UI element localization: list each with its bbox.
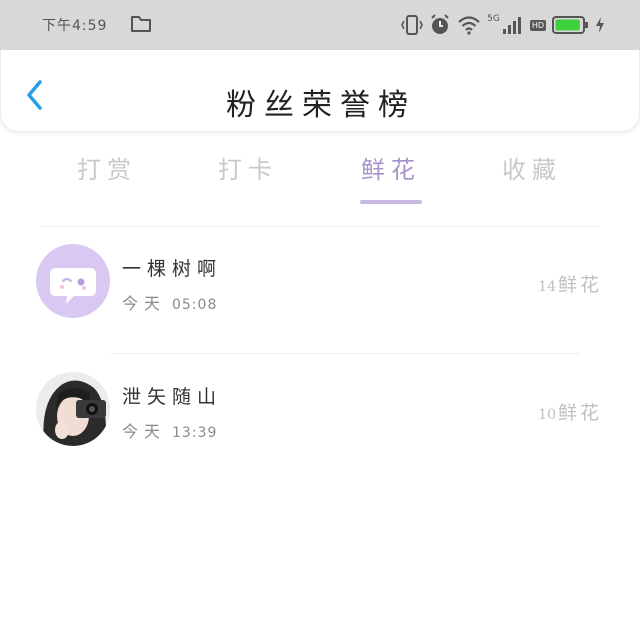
status-time: 下午4:59 (42, 18, 108, 34)
flower-count-number: 14 (538, 279, 556, 295)
signal-icon (502, 17, 521, 34)
tab-reward[interactable]: 打赏 (52, 150, 162, 185)
fan-day: 今天 (122, 294, 167, 313)
tab-favorites[interactable]: 收藏 (477, 150, 587, 185)
flower-count: 10 鲜花 (538, 398, 602, 425)
fan-clock: 13:39 (172, 425, 218, 441)
flower-unit: 鲜花 (557, 402, 602, 424)
battery-icon (552, 16, 588, 34)
list-item[interactable]: 泄矢随山 今天 13:39 10 鲜花 (0, 368, 640, 468)
charging-icon (596, 17, 604, 33)
active-tab-indicator (360, 200, 422, 204)
fan-name: 泄矢随山 (122, 386, 223, 408)
tab-flowers[interactable]: 鲜花 (336, 150, 446, 185)
folder-icon (131, 16, 151, 32)
fan-time: 今天 13:39 (122, 418, 217, 442)
network-type: 5G (487, 14, 500, 24)
avatar[interactable] (36, 372, 110, 446)
flower-unit: 鲜花 (557, 274, 602, 296)
flower-count-number: 10 (538, 407, 556, 423)
status-bar: 下午4:59 5G HD (0, 0, 640, 50)
status-icons: 5G HD (401, 12, 604, 38)
wifi-icon (458, 16, 480, 35)
tab-checkin[interactable]: 打卡 (193, 150, 303, 185)
fan-day: 今天 (122, 422, 167, 441)
fan-time: 今天 05:08 (122, 290, 217, 314)
photo-avatar-icon (36, 372, 110, 446)
list-item[interactable]: 一棵树啊 今天 05:08 14 鲜花 (0, 240, 640, 340)
tab-divider (40, 226, 600, 227)
tab-bar: 打赏 打卡 鲜花 收藏 (0, 150, 640, 210)
avatar[interactable] (36, 244, 110, 318)
vibrate-icon (401, 15, 424, 35)
fan-clock: 05:08 (172, 297, 218, 313)
hd-badge: HD (529, 19, 546, 31)
flower-count: 14 鲜花 (538, 270, 602, 297)
alarm-icon (431, 14, 449, 34)
row-divider (110, 353, 580, 354)
chat-bubble-icon (50, 268, 96, 304)
fan-name: 一棵树啊 (122, 258, 223, 280)
page-title: 粉丝荣誉榜 (226, 88, 416, 123)
header: 粉丝荣誉榜 (0, 50, 640, 132)
